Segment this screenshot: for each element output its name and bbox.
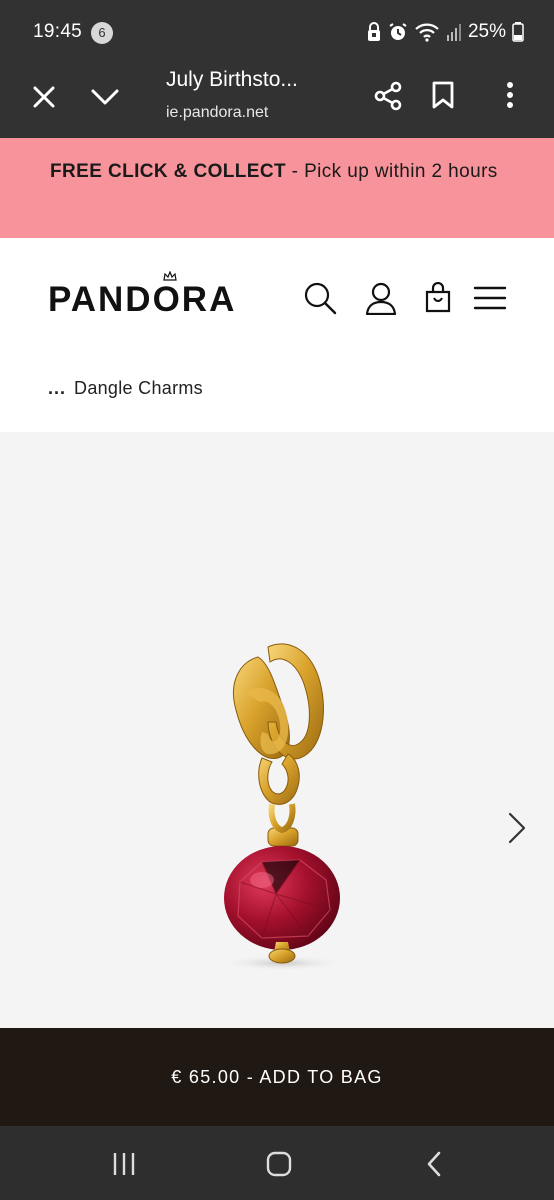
status-bar: 19:45 6 25% <box>0 0 554 64</box>
close-icon[interactable] <box>28 81 60 113</box>
vpn-icon <box>367 22 380 41</box>
search-icon[interactable] <box>302 280 338 316</box>
recents-icon[interactable] <box>104 1148 144 1180</box>
breadcrumb-ellipsis[interactable]: ... <box>48 378 66 398</box>
pandora-logo[interactable]: PANDORA <box>48 280 236 320</box>
share-icon[interactable] <box>370 78 406 114</box>
product-image <box>220 643 344 971</box>
promo-bold-text: FREE CLICK & COLLECT <box>50 161 286 182</box>
status-time: 19:45 <box>33 21 83 42</box>
promo-text: - Pick up within 2 hours <box>286 161 498 182</box>
status-icons: 25% <box>366 20 524 44</box>
notification-count-badge: 6 <box>91 22 113 44</box>
add-to-bag-button[interactable]: € 65.00 - ADD TO BAG <box>0 1028 554 1126</box>
breadcrumb-current[interactable]: Dangle Charms <box>74 378 203 398</box>
more-vert-icon[interactable] <box>496 78 524 112</box>
back-icon[interactable] <box>414 1148 454 1180</box>
alarm-icon <box>389 23 407 40</box>
bag-icon[interactable] <box>420 280 456 316</box>
site-header: PANDORA <box>0 238 554 358</box>
home-icon[interactable] <box>259 1148 299 1180</box>
chevron-right-icon[interactable] <box>506 810 528 851</box>
account-icon[interactable] <box>363 280 399 316</box>
chevron-down-icon[interactable] <box>88 81 122 113</box>
page-title[interactable]: July Birthsto... <box>166 68 298 92</box>
product-gallery[interactable] <box>0 432 554 1028</box>
menu-icon[interactable] <box>472 280 508 316</box>
system-nav-bar <box>0 1126 554 1200</box>
bookmark-icon[interactable] <box>426 78 460 112</box>
promo-banner[interactable]: FREE CLICK & COLLECT - Pick up within 2 … <box>0 138 554 238</box>
browser-toolbar: July Birthsto... ie.pandora.net <box>0 64 554 138</box>
breadcrumb: ... Dangle Charms <box>48 378 203 399</box>
battery-icon <box>512 22 524 42</box>
battery-percentage: 25% <box>467 21 506 42</box>
wifi-icon <box>415 23 439 42</box>
logo-crown-icon <box>163 271 177 281</box>
signal-icon <box>446 24 461 41</box>
page-url[interactable]: ie.pandora.net <box>166 104 268 122</box>
